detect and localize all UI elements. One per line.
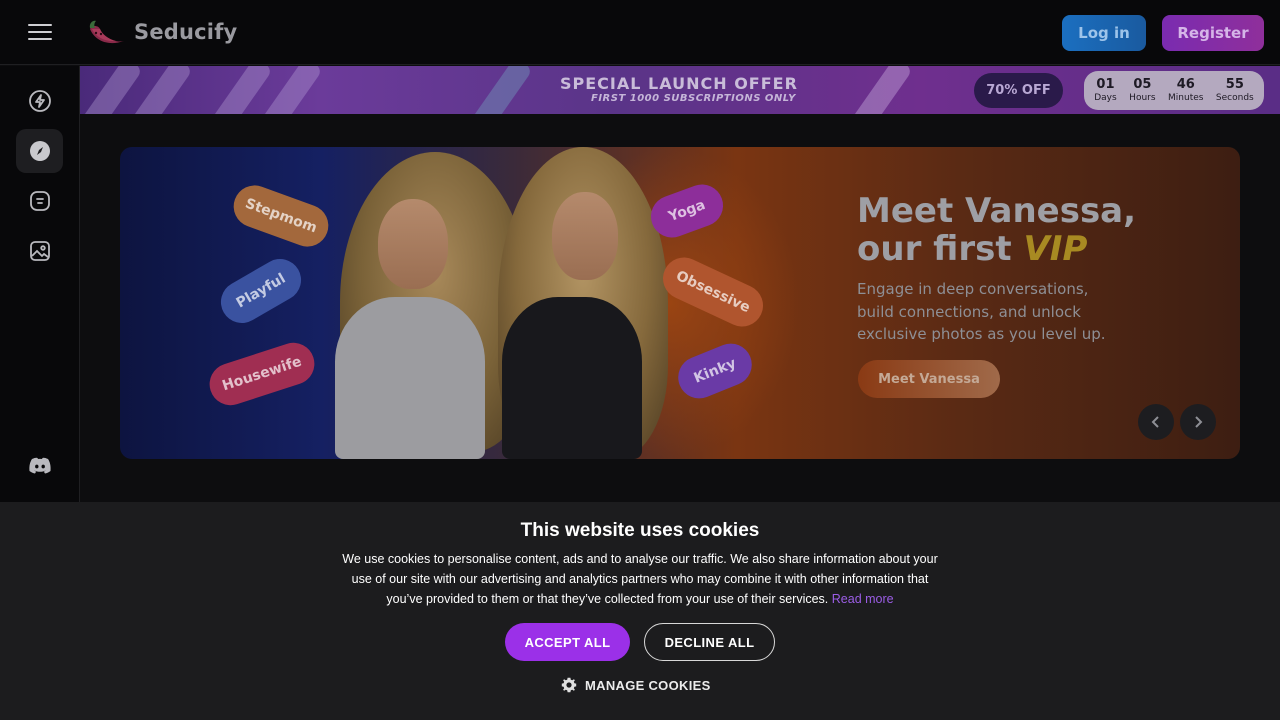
hero-description: Engage in deep conversations, build conn… xyxy=(857,280,1106,343)
sidebar-item-bolt[interactable] xyxy=(16,79,63,123)
cookie-banner: This website uses cookies We use cookies… xyxy=(0,502,1280,720)
manage-cookies-button[interactable]: MANAGE COOKIES xyxy=(561,677,711,693)
tag-playful: Playful xyxy=(213,251,309,331)
discount-badge: 70% OFF xyxy=(974,73,1063,108)
tag-stepmom: Stepmom xyxy=(227,179,335,253)
cookie-title: This website uses cookies xyxy=(520,520,760,541)
chat-icon xyxy=(29,191,50,211)
chili-logo-icon xyxy=(86,17,126,47)
hamburger-menu-icon[interactable] xyxy=(28,24,52,42)
cookie-body: We use cookies to personalise content, a… xyxy=(342,552,938,606)
logo[interactable]: Seducify xyxy=(86,16,237,48)
gear-icon xyxy=(561,677,577,693)
promo-subtitle: FIRST 1000 SUBSCRIPTIONS ONLY xyxy=(591,93,796,104)
hero-carousel: Stepmom Playful Housewife Yoga Obsessive… xyxy=(120,147,1240,459)
meet-vanessa-button[interactable]: Meet Vanessa xyxy=(858,360,1000,398)
compass-icon xyxy=(29,141,50,161)
bolt-icon xyxy=(28,90,51,112)
login-button[interactable]: Log in xyxy=(1062,15,1146,51)
tag-housewife: Housewife xyxy=(204,337,320,411)
decline-all-button[interactable]: DECLINE ALL xyxy=(644,623,775,661)
countdown-minutes: 46 Minutes xyxy=(1168,77,1204,103)
sidebar-item-explore[interactable] xyxy=(16,129,63,173)
read-more-link[interactable]: Read more xyxy=(832,592,894,606)
chevron-right-icon xyxy=(1195,416,1203,428)
countdown-seconds: 55 Seconds xyxy=(1215,77,1254,103)
chevron-left-icon xyxy=(1151,416,1159,428)
carousel-next-button[interactable] xyxy=(1180,404,1216,440)
sidebar-item-chat[interactable] xyxy=(16,179,63,223)
promo-banner[interactable]: SPECIAL LAUNCH OFFER FIRST 1000 SUBSCRIP… xyxy=(80,66,1280,114)
hero-title: Meet Vanessa, our first VIP xyxy=(857,191,1137,269)
vip-highlight: VIP xyxy=(1023,229,1088,269)
countdown-timer: 01 Days 05 Hours 46 Minutes 55 Seconds xyxy=(1084,71,1264,110)
accept-all-button[interactable]: ACCEPT ALL xyxy=(505,623,630,661)
carousel-prev-button[interactable] xyxy=(1138,404,1174,440)
top-bar: Seducify Log in Register xyxy=(0,0,1280,65)
countdown-days: 01 Days xyxy=(1094,77,1117,103)
promo-title: SPECIAL LAUNCH OFFER xyxy=(560,74,798,93)
sidebar-item-gallery[interactable] xyxy=(16,229,63,273)
sidebar xyxy=(0,66,80,502)
brand-name: Seducify xyxy=(134,20,238,44)
discord-icon xyxy=(28,457,51,474)
countdown-hours: 05 Hours xyxy=(1129,77,1156,103)
sidebar-item-discord[interactable] xyxy=(16,444,63,488)
register-button[interactable]: Register xyxy=(1162,15,1264,51)
gallery-icon xyxy=(29,241,50,261)
